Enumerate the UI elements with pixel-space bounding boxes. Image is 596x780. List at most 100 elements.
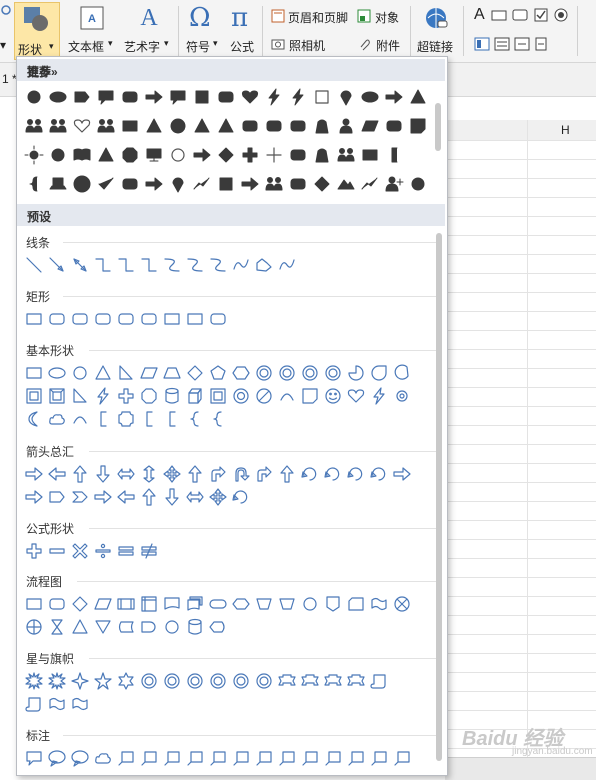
- preset-shape-diamond-icon[interactable]: [70, 594, 90, 614]
- hyperlink-button[interactable]: 超链接: [417, 38, 453, 55]
- preset-shape-predef-icon[interactable]: [116, 594, 136, 614]
- preset-shape-elbow-icon[interactable]: [116, 255, 136, 275]
- preset-shape-scribble-icon[interactable]: [231, 255, 251, 275]
- preset-shape-arrowU-icon[interactable]: [277, 464, 297, 484]
- recommended-shape-people-icon[interactable]: [96, 116, 116, 136]
- recommended-shape-people-icon[interactable]: [48, 116, 68, 136]
- preset-shape-elbow-icon[interactable]: [93, 255, 113, 275]
- preset-shape-arc-icon[interactable]: [277, 386, 297, 406]
- preset-shape-seal-icon[interactable]: [162, 671, 182, 691]
- recommended-shape-monitor-icon[interactable]: [144, 145, 164, 165]
- preset-shape-wave-icon[interactable]: [369, 594, 389, 614]
- recommended-shape-rect-icon[interactable]: [120, 116, 140, 136]
- preset-shape-callout2-icon[interactable]: [323, 748, 343, 768]
- preset-shape-diamond-icon[interactable]: [185, 363, 205, 383]
- list-box-icon[interactable]: [474, 37, 490, 54]
- recommended-shape-rrect-icon[interactable]: [288, 145, 308, 165]
- recommended-shape-ellipse-icon[interactable]: [48, 87, 68, 107]
- preset-shape-wave-icon[interactable]: [70, 694, 90, 714]
- chevron-down-icon[interactable]: ▾: [213, 38, 218, 49]
- preset-shape-seal-icon[interactable]: [139, 671, 159, 691]
- combo-box-icon[interactable]: [494, 37, 510, 54]
- preset-shape-scroll-icon[interactable]: [369, 671, 389, 691]
- recommended-shape-heart-icon[interactable]: [72, 116, 92, 136]
- recommended-shape-sun-icon[interactable]: [24, 145, 44, 165]
- recommended-shape-diamond-icon[interactable]: [216, 145, 236, 165]
- preset-shape-bracket-icon[interactable]: [162, 409, 182, 429]
- preset-shape-eq-icon[interactable]: [116, 541, 136, 561]
- preset-shape-orj-icon[interactable]: [24, 617, 44, 637]
- preset-shape-arrowU-icon[interactable]: [185, 464, 205, 484]
- preset-shape-para-icon[interactable]: [93, 594, 113, 614]
- preset-shape-rrect-icon[interactable]: [47, 594, 67, 614]
- preset-shape-doc-icon[interactable]: [162, 594, 182, 614]
- recommended-shape-pin-icon[interactable]: [168, 174, 188, 194]
- preset-shape-seal-icon[interactable]: [185, 671, 205, 691]
- preset-shape-arrowR-icon[interactable]: [93, 487, 113, 507]
- preset-shape-burst-icon[interactable]: [24, 671, 44, 691]
- recommended-shape-person-icon[interactable]: [336, 116, 356, 136]
- preset-shape-curve-icon[interactable]: [208, 255, 228, 275]
- radio-button-icon[interactable]: [553, 8, 569, 25]
- recommended-shape-book-icon[interactable]: [72, 145, 92, 165]
- recommended-shape-bag-icon[interactable]: [312, 116, 332, 136]
- scrollbar-control-icon[interactable]: [514, 37, 530, 54]
- recommended-shape-personPlus-icon[interactable]: [384, 174, 404, 194]
- recommended-shape-heart-icon[interactable]: [240, 87, 260, 107]
- preset-shape-chord-icon[interactable]: [392, 363, 412, 383]
- art-text-icon[interactable]: A: [137, 4, 161, 33]
- recommended-shape-foldedCorner-icon[interactable]: [408, 116, 428, 136]
- recommended-shape-oct-icon[interactable]: [120, 145, 140, 165]
- preset-shape-circle-icon[interactable]: [162, 617, 182, 637]
- preset-shape-cube-icon[interactable]: [185, 386, 205, 406]
- recommended-shape-rrect-icon[interactable]: [216, 87, 236, 107]
- preset-shape-brace-icon[interactable]: [208, 409, 228, 429]
- preset-shape-plaque-icon[interactable]: [116, 409, 136, 429]
- preset-shape-arrowU-icon[interactable]: [139, 487, 159, 507]
- form-label-icon[interactable]: A: [474, 6, 485, 24]
- preset-shape-bubble-icon[interactable]: [47, 748, 67, 768]
- recommended-shape-chart-icon[interactable]: [192, 174, 212, 194]
- preset-shape-prep-icon[interactable]: [231, 594, 251, 614]
- recommended-shape-rrect-icon[interactable]: [384, 116, 404, 136]
- preset-shape-multidoc-icon[interactable]: [185, 594, 205, 614]
- preset-shape-arrowR-icon[interactable]: [392, 464, 412, 484]
- preset-shape-para-icon[interactable]: [139, 363, 159, 383]
- column-header-h[interactable]: H: [561, 123, 570, 137]
- preset-shape-times-icon[interactable]: [70, 541, 90, 561]
- preset-shape-noSym-icon[interactable]: [254, 386, 274, 406]
- preset-shape-seal-icon[interactable]: [323, 363, 343, 383]
- preset-shape-seal-icon[interactable]: [231, 671, 251, 691]
- dropdown-arrow-icon[interactable]: ▾: [0, 38, 6, 52]
- preset-shape-elbow-icon[interactable]: [139, 255, 159, 275]
- preset-shape-plus-icon[interactable]: [24, 541, 44, 561]
- preset-shape-bevel-icon[interactable]: [47, 386, 67, 406]
- preset-shape-curve-icon[interactable]: [162, 255, 182, 275]
- preset-shape-circle-icon[interactable]: [70, 363, 90, 383]
- preset-shape-ud-icon[interactable]: [139, 464, 159, 484]
- preset-shape-cloud-icon[interactable]: [47, 409, 67, 429]
- preset-shape-manual-icon[interactable]: [254, 594, 274, 614]
- recommended-shape-square-icon[interactable]: [312, 87, 332, 107]
- preset-shape-star5-icon[interactable]: [93, 671, 113, 691]
- preset-shape-callout2-icon[interactable]: [346, 748, 366, 768]
- textbox-button[interactable]: 文本框: [68, 38, 104, 55]
- preset-shape-callout2-icon[interactable]: [369, 748, 389, 768]
- formula-icon[interactable]: π: [231, 3, 248, 33]
- preset-shape-collate-icon[interactable]: [47, 617, 67, 637]
- preset-shape-rrect-icon[interactable]: [139, 309, 159, 329]
- preset-shape-cross4-icon[interactable]: [208, 487, 228, 507]
- preset-shape-rect-icon[interactable]: [185, 309, 205, 329]
- preset-shape-callout2-icon[interactable]: [185, 748, 205, 768]
- preset-shape-callout2-icon[interactable]: [162, 748, 182, 768]
- preset-shape-arrowL-icon[interactable]: [47, 464, 67, 484]
- form-frame-icon[interactable]: [512, 8, 528, 25]
- preset-shape-term-icon[interactable]: [208, 594, 228, 614]
- preset-shape-hex-icon[interactable]: [231, 363, 251, 383]
- preset-shape-callout2-icon[interactable]: [139, 748, 159, 768]
- preset-shape-circArrow-icon[interactable]: [231, 487, 251, 507]
- preset-shape-ribbon-icon[interactable]: [300, 671, 320, 691]
- recommended-shape-cross-icon[interactable]: [264, 145, 284, 165]
- preset-shape-moon-icon[interactable]: [24, 409, 44, 429]
- preset-shape-ribbon-icon[interactable]: [277, 671, 297, 691]
